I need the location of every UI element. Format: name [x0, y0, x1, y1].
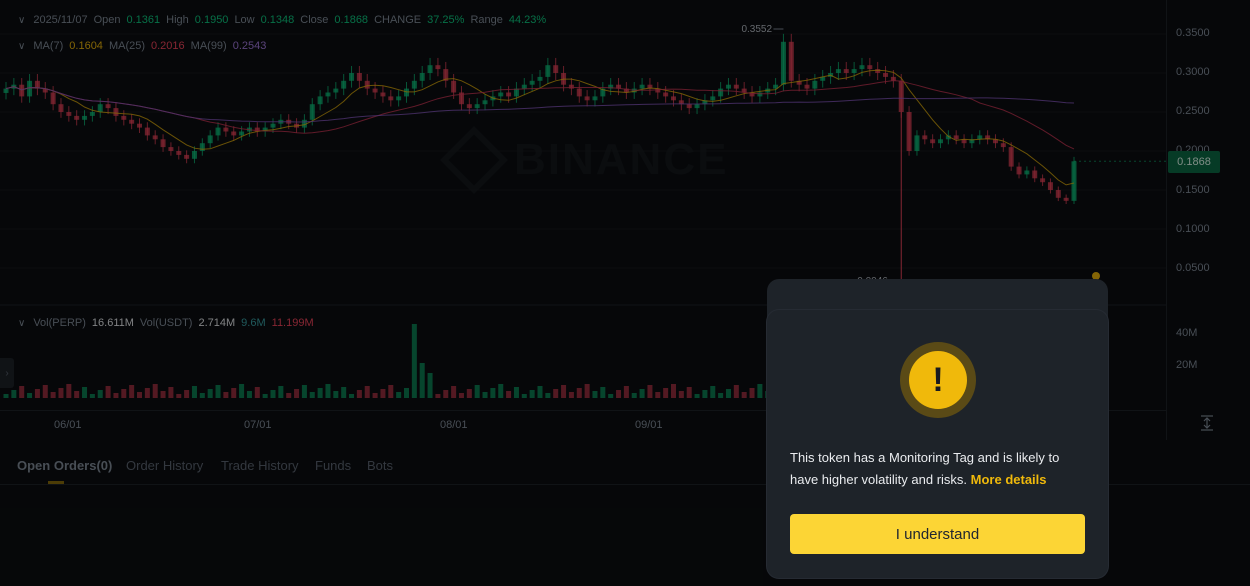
monitoring-tag-modal: ! This token has a Monitoring Tag and is… [767, 310, 1108, 578]
modal-message-block: This token has a Monitoring Tag and is l… [790, 447, 1090, 491]
warning-glyph: ! [909, 351, 967, 409]
i-understand-button[interactable]: I understand [790, 514, 1085, 554]
warning-icon: ! [900, 342, 976, 418]
more-details-link[interactable]: More details [971, 472, 1047, 487]
